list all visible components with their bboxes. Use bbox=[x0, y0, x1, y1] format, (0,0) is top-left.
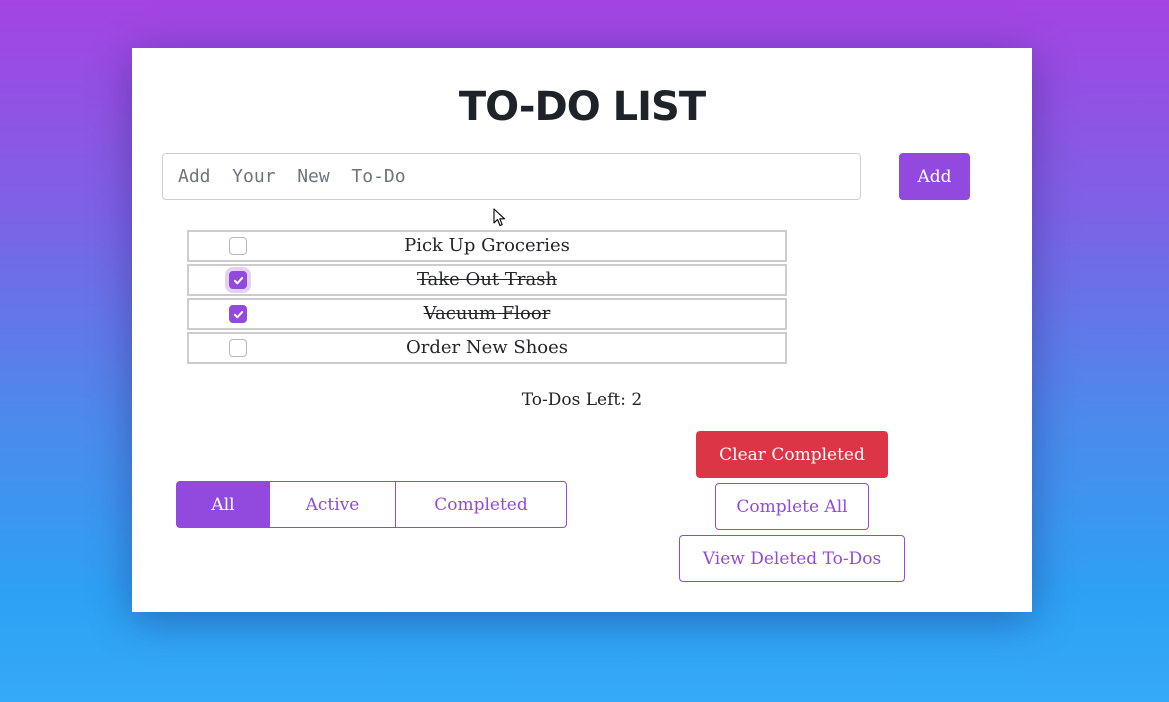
todo-item: Take Out Trash bbox=[187, 264, 787, 296]
mouse-cursor-icon bbox=[493, 208, 506, 227]
view-deleted-button[interactable]: View Deleted To-Dos bbox=[679, 535, 905, 582]
new-todo-input[interactable] bbox=[162, 153, 861, 200]
todo-text: Order New Shoes bbox=[405, 337, 569, 358]
clear-completed-button[interactable]: Clear Completed bbox=[696, 431, 888, 478]
filter-group: All Active Completed bbox=[176, 481, 567, 528]
todo-text: Take Out Trash bbox=[416, 269, 558, 290]
todo-item: Order New Shoes bbox=[187, 332, 787, 364]
add-button[interactable]: Add bbox=[899, 153, 970, 200]
todo-item: Vacuum Floor bbox=[187, 298, 787, 330]
todos-left-counter: To-Dos Left: 2 bbox=[521, 390, 643, 410]
todo-item: Pick Up Groceries bbox=[187, 230, 787, 262]
filter-all-button[interactable]: All bbox=[176, 481, 270, 528]
filter-completed-button[interactable]: Completed bbox=[395, 481, 567, 528]
complete-all-button[interactable]: Complete All bbox=[715, 483, 869, 530]
todo-text: Pick Up Groceries bbox=[404, 235, 570, 256]
filter-active-button[interactable]: Active bbox=[269, 481, 396, 528]
page-title: TO-DO LIST bbox=[458, 84, 706, 130]
todo-list: Pick Up Groceries Take Out Trash Vacuum … bbox=[187, 230, 787, 366]
todo-text: Vacuum Floor bbox=[423, 303, 551, 324]
